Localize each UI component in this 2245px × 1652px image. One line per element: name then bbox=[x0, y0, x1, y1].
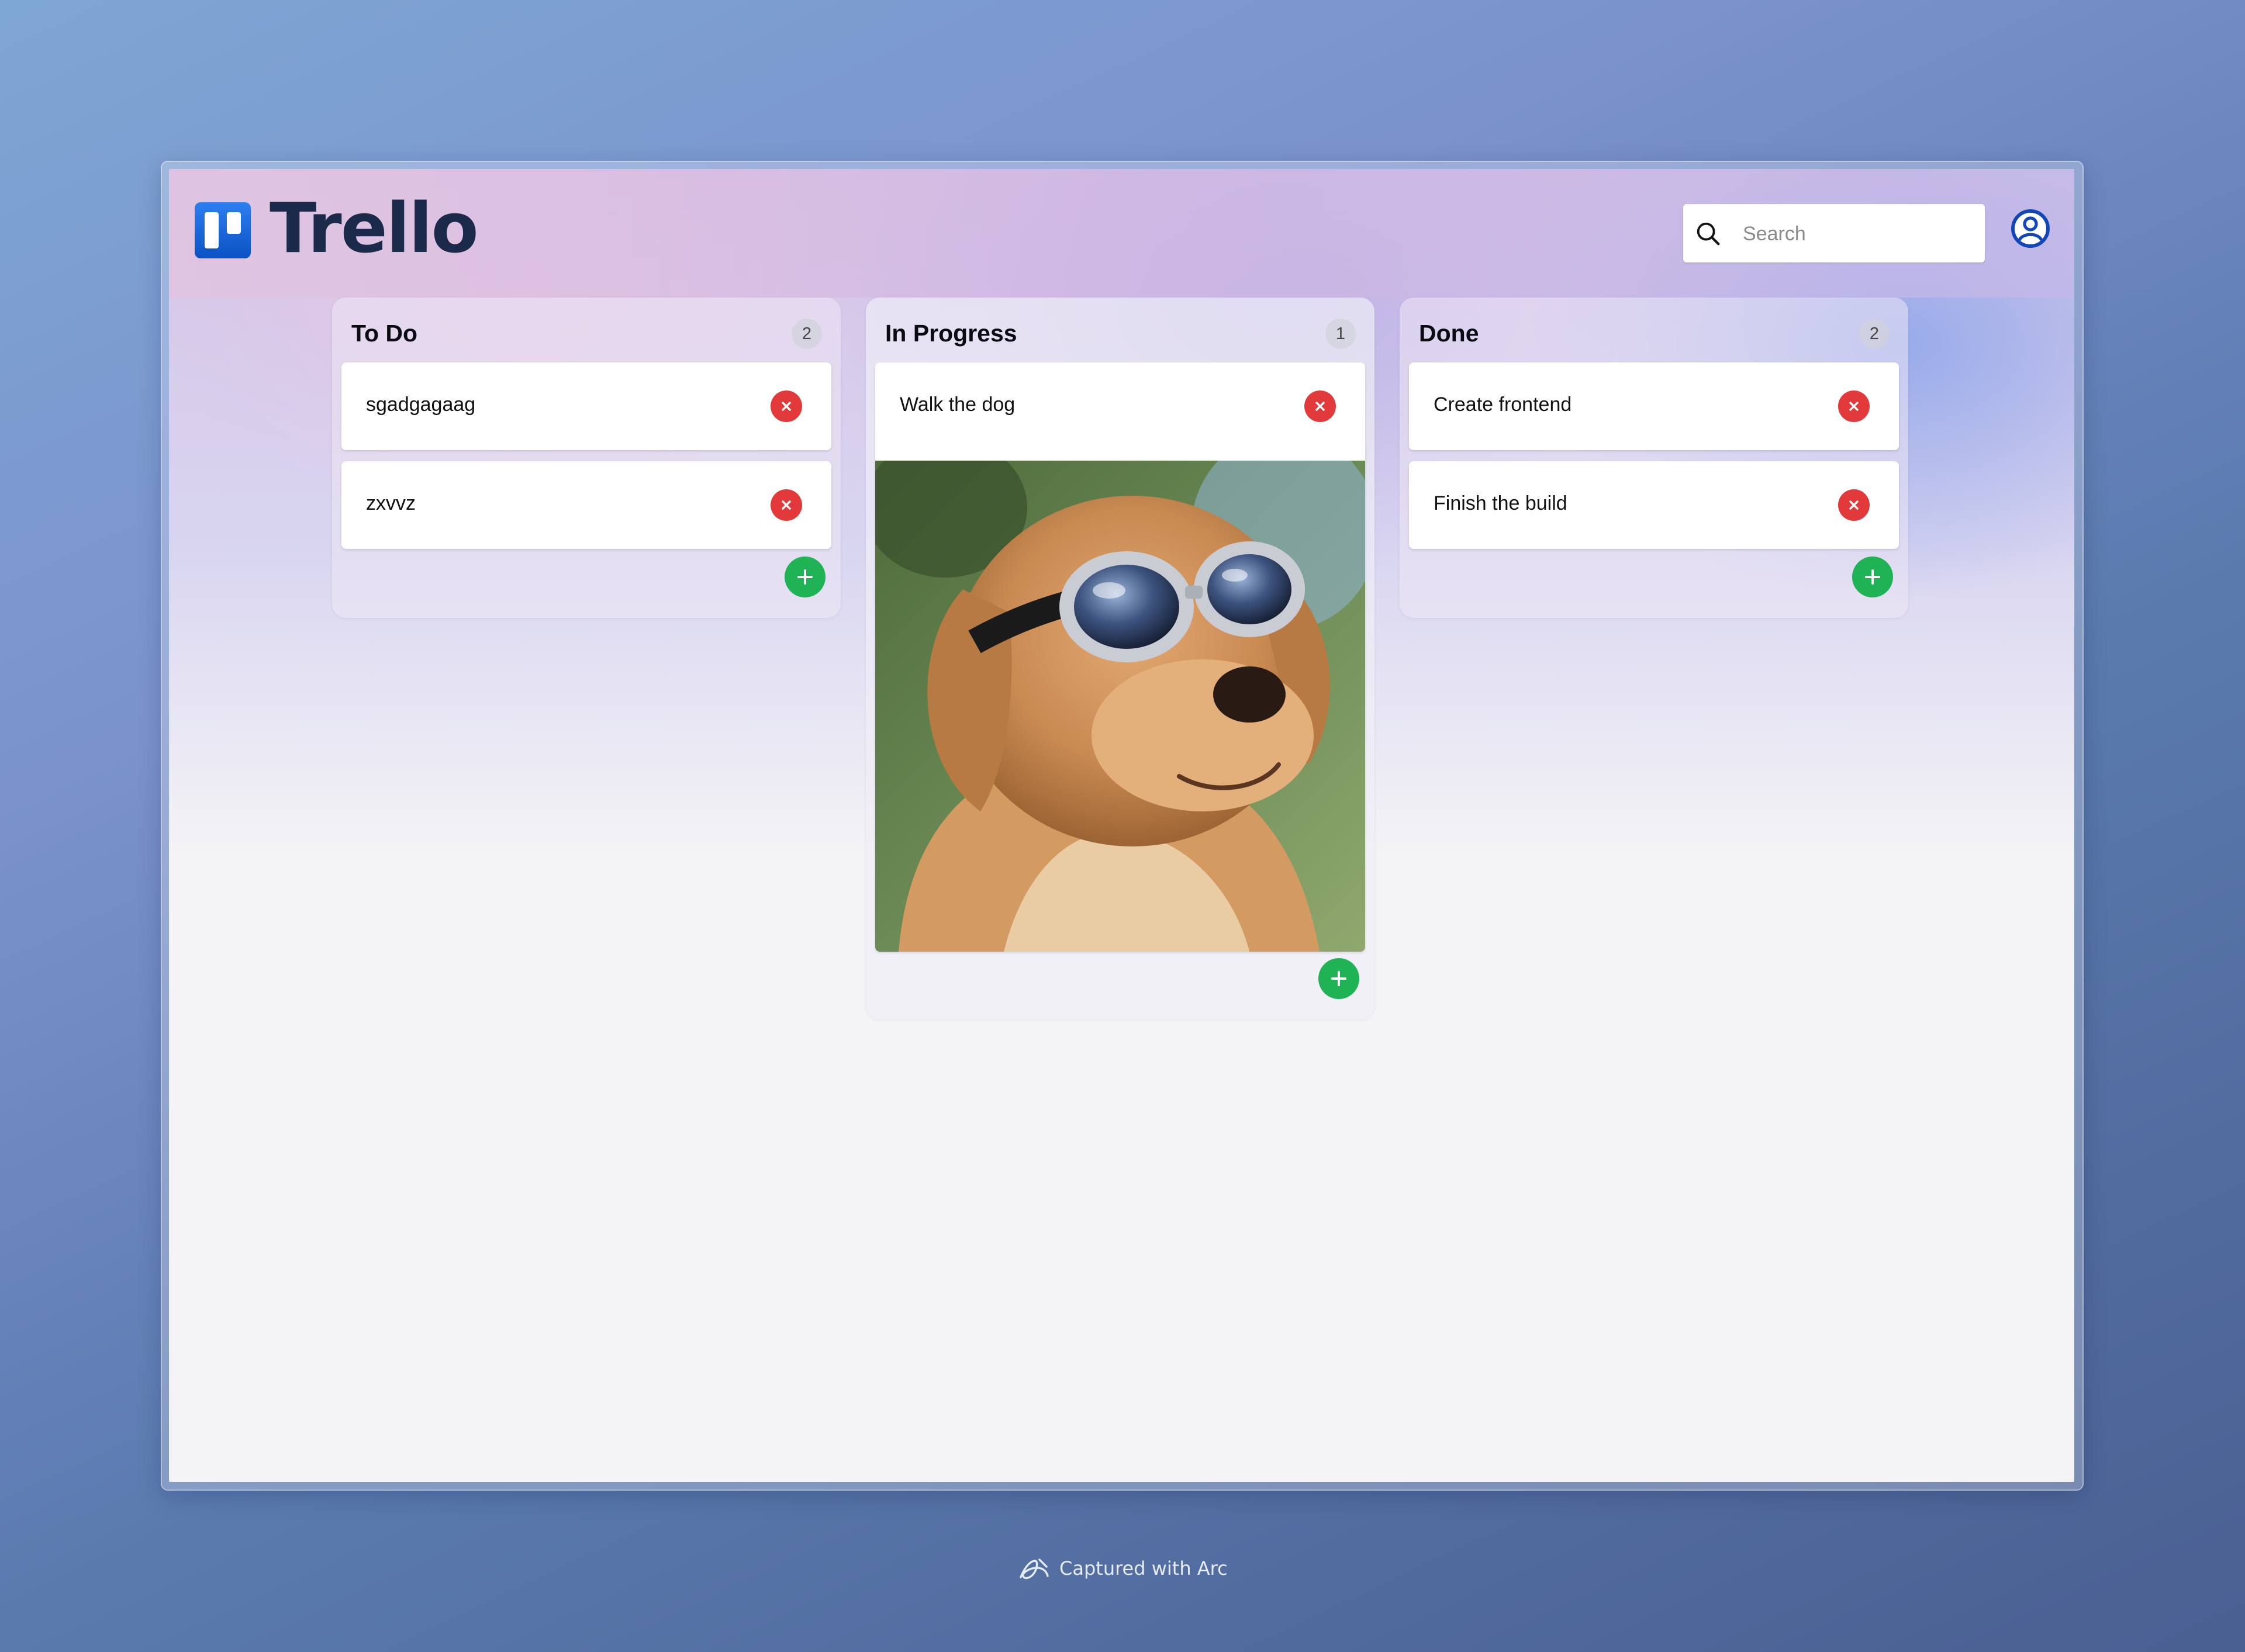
app-viewport: Trello To Do 2 sgadgagaag bbox=[169, 169, 2074, 1482]
capture-footer: Captured with Arc bbox=[1017, 1551, 1251, 1584]
card-title: Finish the build bbox=[1434, 492, 1567, 514]
close-icon bbox=[782, 500, 791, 510]
plus-icon bbox=[1865, 569, 1880, 585]
card-title: sgadgagaag bbox=[366, 393, 476, 416]
capture-credit-text: Captured with Arc bbox=[1059, 1557, 1228, 1580]
card-count-badge: 2 bbox=[792, 319, 822, 349]
close-icon bbox=[1849, 500, 1859, 510]
close-icon bbox=[1315, 402, 1325, 411]
task-card[interactable]: sgadgagaag bbox=[341, 362, 831, 450]
card-image-dog-with-goggles[interactable] bbox=[875, 461, 1365, 952]
browser-window: Trello To Do 2 sgadgagaag bbox=[162, 162, 2082, 1489]
plus-icon bbox=[1331, 971, 1346, 986]
close-icon bbox=[1849, 402, 1859, 411]
card-title: Create frontend bbox=[1434, 393, 1572, 416]
column-done: Done 2 Create frontend Finish the build bbox=[1400, 298, 1908, 618]
search-input[interactable] bbox=[1742, 217, 1972, 251]
add-card-button[interactable] bbox=[1852, 557, 1893, 597]
column-title: Done bbox=[1419, 320, 1479, 347]
top-header: Trello bbox=[169, 169, 2074, 298]
card-count-badge: 1 bbox=[1325, 319, 1356, 349]
task-card[interactable]: zxvvz bbox=[341, 461, 831, 549]
delete-card-button[interactable] bbox=[771, 390, 802, 422]
card-title: zxvvz bbox=[366, 492, 416, 514]
add-card-button[interactable] bbox=[785, 557, 826, 597]
trello-logo-icon[interactable] bbox=[195, 202, 251, 258]
column-todo: To Do 2 sgadgagaag zxvvz bbox=[332, 298, 841, 618]
add-card-button[interactable] bbox=[1318, 958, 1359, 999]
delete-card-button[interactable] bbox=[771, 489, 802, 521]
task-card[interactable]: Finish the build bbox=[1409, 461, 1899, 549]
card-count-badge: 2 bbox=[1859, 319, 1890, 349]
delete-card-button[interactable] bbox=[1838, 390, 1870, 422]
search-icon bbox=[1697, 222, 1720, 246]
task-card[interactable]: Create frontend bbox=[1409, 362, 1899, 450]
column-title: In Progress bbox=[885, 320, 1017, 347]
column-in-progress: In Progress 1 Walk the dog bbox=[866, 298, 1374, 1019]
delete-card-button[interactable] bbox=[1838, 489, 1870, 521]
delete-card-button[interactable] bbox=[1304, 390, 1336, 422]
column-title: To Do bbox=[351, 320, 418, 347]
plus-icon bbox=[797, 569, 813, 585]
close-icon bbox=[782, 402, 791, 411]
dog-photo bbox=[875, 461, 1365, 952]
brand-name[interactable]: Trello bbox=[270, 190, 479, 266]
task-card[interactable]: Walk the dog bbox=[875, 362, 1365, 952]
arc-logo-icon bbox=[1020, 1558, 1049, 1580]
user-circle-icon[interactable] bbox=[2011, 209, 2050, 248]
card-title: Walk the dog bbox=[900, 393, 1016, 416]
search-box[interactable] bbox=[1683, 204, 1985, 262]
